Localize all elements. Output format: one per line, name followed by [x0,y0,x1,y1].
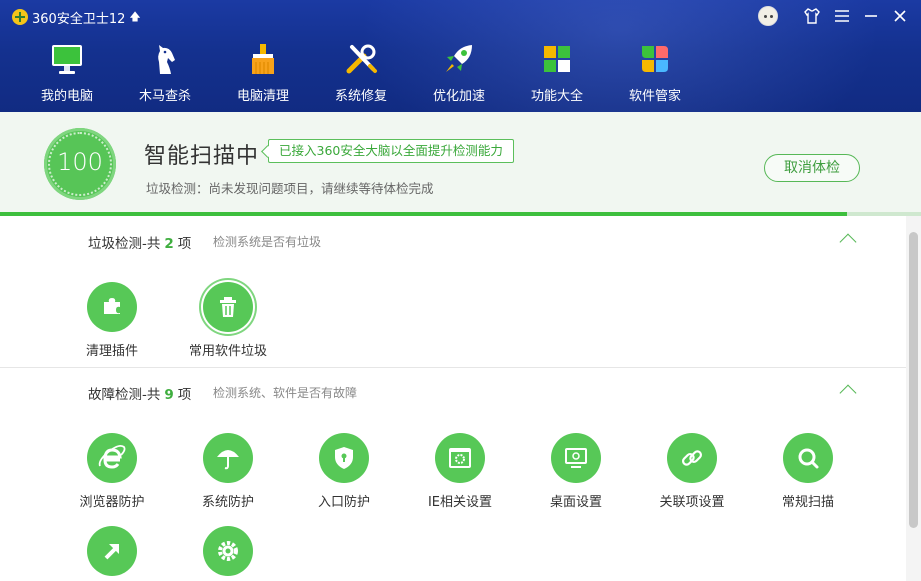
vertical-scrollbar[interactable] [906,216,921,581]
nav-optimize[interactable]: 优化加速 [410,42,508,106]
section-title-suffix: 项 [177,387,192,403]
nav-label: 系统修复 [334,89,387,104]
scan-item[interactable]: 关联项设置 [637,433,747,510]
skin-shirt-icon[interactable] [802,6,822,26]
scan-item[interactable]: 清理插件 [57,282,167,359]
scan-item-label: 桌面设置 [549,495,602,510]
scan-item[interactable]: 系统防护 [173,433,283,510]
menu-icon[interactable] [832,6,852,26]
health-score: 100 [57,148,103,176]
section-count: 9 [164,387,174,403]
nav-trojan-scan[interactable]: 木马查杀 [116,42,214,106]
scan-item-label: 常规扫描 [781,495,834,510]
scan-item[interactable] [57,526,167,581]
avatar-eye [770,15,773,18]
apps-grid-icon [540,42,574,76]
user-avatar[interactable] [758,6,778,26]
app-title: 360安全卫士12 🡅 [12,7,141,27]
nav-label: 软件管家 [628,89,681,104]
software-flower-icon [638,42,672,76]
nav-software-manager[interactable]: 软件管家 [606,42,704,106]
avatar-eye [764,15,767,18]
scan-banner: 100 智能扫描中 已接入360安全大脑以全面提升检测能力 垃圾检测：尚未发现问… [0,112,921,216]
close-icon[interactable] [890,6,910,26]
shortcut-arrow-icon [87,526,137,576]
junk-section-header: 垃圾检测-共 2 项 检测系统是否有垃圾 [0,216,906,256]
section-description: 检测系统是否有垃圾 [213,235,322,249]
minimize-icon[interactable] [861,6,881,26]
broom-icon [246,42,280,76]
scrollbar-thumb[interactable] [909,232,918,528]
desktop-icon [551,433,601,483]
scan-item-label: 入口防护 [317,495,370,510]
nav-my-computer[interactable]: 我的电脑 [18,42,116,106]
nav-cleanup[interactable]: 电脑清理 [214,42,312,106]
main-nav: 我的电脑 木马查杀 电脑清理 系统修复 优化加速 功能大全 软件管家 [18,42,704,106]
shield-lock-icon [319,433,369,483]
horse-icon [148,42,182,76]
scan-item-label: 关联项设置 [659,495,725,510]
app-logo-icon [12,9,28,25]
scan-item-label: IE相关设置 [427,495,493,510]
scan-item[interactable] [173,526,283,581]
app-title-text: 360安全卫士12 [32,11,126,27]
nav-system-repair[interactable]: 系统修复 [312,42,410,106]
collapse-chevron-icon[interactable] [839,384,857,402]
nav-label: 我的电脑 [40,89,93,104]
section-title: 垃圾检测-共 2 项 [88,232,191,252]
nav-label: 功能大全 [530,89,583,104]
health-score-circle: 100 [44,128,116,200]
nav-label: 木马查杀 [138,89,191,104]
scan-item-label: 常用软件垃圾 [188,344,267,359]
scan-item[interactable]: 浏览器防护 [57,433,167,510]
scan-results: 垃圾检测-共 2 项 检测系统是否有垃圾 清理插件 常用软件垃圾 故障检测-共 9 项 … [0,216,906,581]
nav-label: 优化加速 [432,89,485,104]
upgrade-arrow-icon[interactable]: 🡅 [129,8,140,27]
scan-item-label: 系统防护 [201,495,254,510]
scan-item-label: 浏览器防护 [79,495,145,510]
scan-status-title: 智能扫描中 [144,144,260,169]
section-title: 故障检测-共 9 项 [88,383,191,403]
section-title-prefix: 垃圾检测-共 [88,236,161,252]
computer-icon [50,42,84,76]
scan-item[interactable]: 桌面设置 [521,433,631,510]
nav-features[interactable]: 功能大全 [508,42,606,106]
section-title-suffix: 项 [177,236,192,252]
section-description: 检测系统、软件是否有故障 [213,386,358,400]
ie-settings-icon [435,433,485,483]
link-icon [667,433,717,483]
scan-item[interactable]: IE相关设置 [405,433,515,510]
nav-label: 电脑清理 [236,89,289,104]
search-icon [783,433,833,483]
section-count: 2 [164,236,174,252]
puzzle-icon [87,282,137,332]
scan-item-label: 清理插件 [85,344,138,359]
collapse-chevron-icon[interactable] [839,233,857,251]
gear-icon [203,526,253,576]
scan-item[interactable]: 入口防护 [289,433,399,510]
tools-icon [344,42,378,76]
umbrella-icon [203,433,253,483]
trash-icon [203,282,253,332]
ie-browser-icon [87,433,137,483]
security-brain-tag: 已接入360安全大脑以全面提升检测能力 [268,139,514,163]
scan-item[interactable]: 常用软件垃圾 [173,282,283,359]
fault-section-header: 故障检测-共 9 项 检测系统、软件是否有故障 [0,367,906,407]
scan-status-detail: 垃圾检测：尚未发现问题项目，请继续等待体检完成 [146,181,434,196]
rocket-icon [442,42,476,76]
section-title-prefix: 故障检测-共 [88,387,161,403]
title-bar: 360安全卫士12 🡅 我的电脑 木马查杀 电脑清理 系统修复 优化加速 功能大… [0,0,921,112]
scan-item[interactable]: 常规扫描 [753,433,863,510]
cancel-scan-button[interactable]: 取消体检 [764,154,860,182]
